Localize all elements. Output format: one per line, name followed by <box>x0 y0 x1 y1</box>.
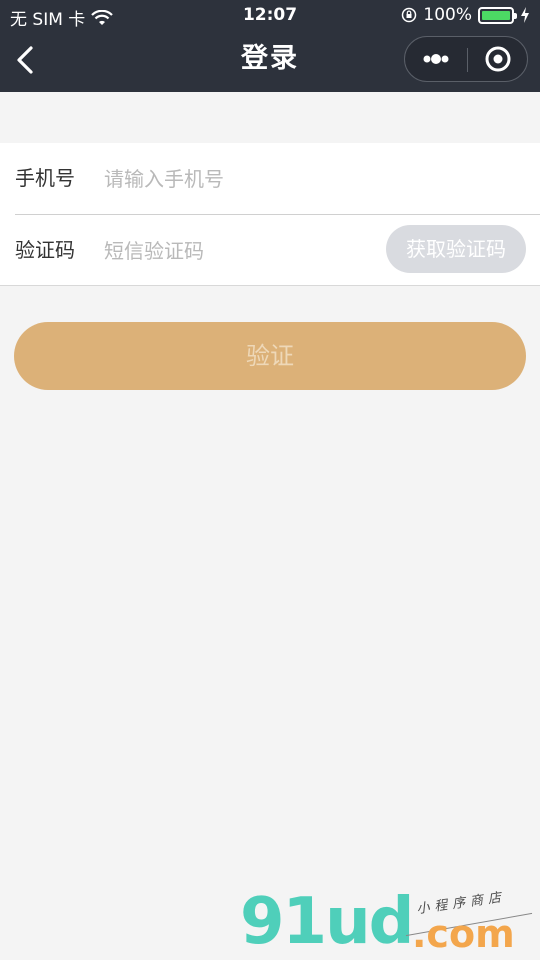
watermark-logo: 91ud 小程序商店 .com <box>240 888 540 960</box>
battery-icon <box>478 6 517 24</box>
phone-input[interactable] <box>104 143 524 214</box>
verify-button[interactable]: 验证 <box>14 322 526 390</box>
nav-bar: 登录 <box>0 30 540 92</box>
more-button[interactable] <box>405 37 467 81</box>
get-code-button[interactable]: 获取验证码 <box>386 225 526 273</box>
code-label: 验证码 <box>15 238 75 262</box>
sms-code-input[interactable] <box>104 215 374 286</box>
battery-percent: 100% <box>423 5 472 25</box>
close-miniprogram-button[interactable] <box>468 37 528 81</box>
orientation-lock-icon <box>402 7 417 23</box>
status-bar: 无 SIM 卡 12:07 100% <box>0 0 540 30</box>
phone-row: 手机号 <box>0 143 540 214</box>
login-form: 手机号 验证码 获取验证码 <box>0 143 540 286</box>
phone-label: 手机号 <box>15 166 75 190</box>
code-row: 验证码 获取验证码 <box>0 215 540 286</box>
target-circle-icon <box>485 46 511 72</box>
charging-bolt-icon <box>521 7 529 23</box>
status-right: 100% <box>401 5 530 25</box>
more-dots-icon <box>423 54 449 64</box>
menu-capsule <box>404 36 528 82</box>
watermark-tld: .com <box>412 912 515 956</box>
battery-fill <box>482 10 510 20</box>
watermark-brand: 91ud <box>240 885 414 959</box>
